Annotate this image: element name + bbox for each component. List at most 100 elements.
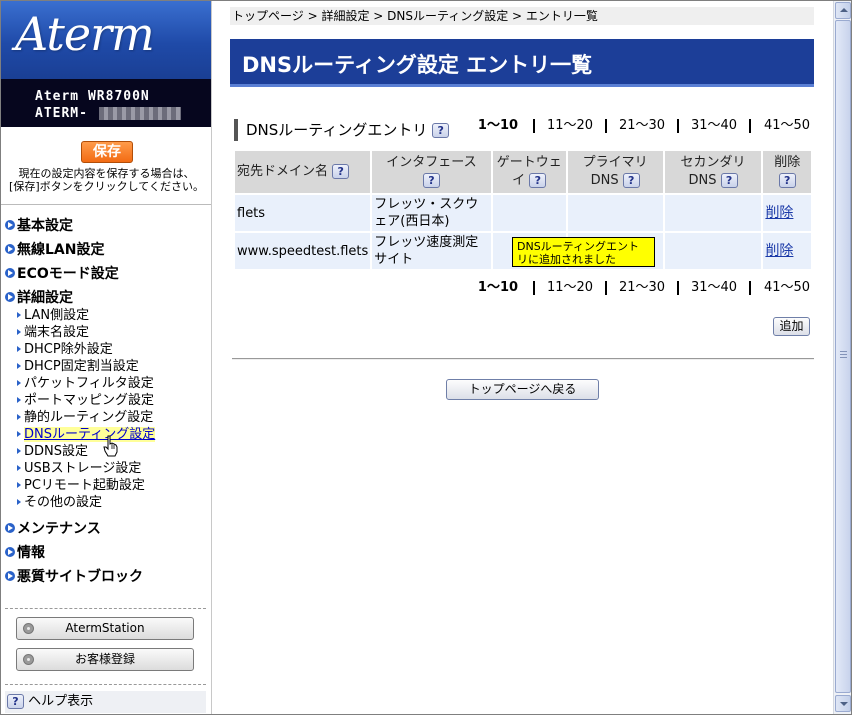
help-icon[interactable]: ? [422, 173, 440, 188]
header-delete: 削除? [763, 151, 811, 193]
main-content: トップページ > 詳細設定 > DNSルーティング設定 > エントリ一覧 DNS… [213, 1, 833, 714]
pager-link-11-20[interactable]: 11〜20 [535, 119, 607, 133]
customer-registration-button[interactable]: お客様登録 [16, 648, 194, 671]
help-display-link[interactable]: ? ヘルプ表示 [5, 691, 206, 713]
bullet-arrow-icon [17, 482, 21, 488]
model-id-mask [99, 107, 181, 120]
cell-interface: フレッツ・スクウェア(西日本) [372, 195, 491, 231]
vertical-scrollbar[interactable] [833, 1, 851, 714]
header-gateway: ゲートウェイ ? [492, 151, 566, 193]
menu-advanced-settings[interactable]: 詳細設定 [5, 287, 73, 307]
menu-item-dhcp-fixed[interactable]: DHCP固定割当設定 [17, 359, 139, 374]
save-button[interactable]: 保存 [81, 141, 133, 163]
pager-link-11-20[interactable]: 11〜20 [535, 281, 607, 295]
pager-link-31-40[interactable]: 31〜40 [679, 281, 751, 295]
menu-item-label: DHCP除外設定 [24, 342, 113, 357]
bullet-arrow-icon [5, 244, 15, 254]
cell-secondary-dns [664, 195, 762, 231]
title-bar: DNSルーティング設定 エントリ一覧 [230, 39, 814, 87]
cell-interface: フレッツ速度測定サイト [372, 233, 491, 269]
help-icon[interactable]: ? [529, 173, 547, 188]
menu-item-lan-side[interactable]: LAN側設定 [17, 308, 89, 323]
header-label: インタフェース [386, 155, 477, 170]
add-button[interactable]: 追加 [773, 317, 810, 336]
aterm-station-label: AtermStation [65, 621, 145, 635]
grip-icon [840, 351, 847, 358]
menu-item-label: USBストレージ設定 [24, 461, 142, 476]
menu-item-dns-routing[interactable]: DNSルーティング設定 [17, 427, 156, 442]
bullet-arrow-icon [17, 346, 21, 352]
menu-item-ddns[interactable]: DDNS設定 [17, 444, 88, 459]
help-icon[interactable]: ? [332, 164, 350, 179]
pager-link-21-30[interactable]: 21〜30 [607, 281, 679, 295]
help-display-label: ヘルプ表示 [28, 694, 94, 709]
header-secondary-dns: セカンダリDNS ? [664, 151, 762, 193]
save-note: 現在の設定内容を保存する場合は、 [保存]ボタンをクリックしてください。 [5, 167, 208, 193]
pager-link-1-10[interactable]: 1〜10 [463, 281, 535, 295]
bullet-arrow-icon [17, 312, 21, 318]
menu-label: メンテナンス [17, 521, 101, 537]
cell-domain: www.speedtest.flets [235, 233, 371, 269]
bullet-arrow-icon [17, 499, 21, 505]
logo-area: Aterm [1, 1, 211, 79]
menu-item-usb-storage[interactable]: USBストレージ設定 [17, 461, 141, 476]
menu-label: 情報 [17, 545, 45, 561]
help-icon[interactable]: ? [778, 173, 796, 188]
bullet-arrow-icon [5, 571, 15, 581]
header-primary-dns: プライマリDNS ? [567, 151, 663, 193]
table-row: flets フレッツ・スクウェア(西日本) 削除 [235, 195, 811, 231]
delete-link[interactable]: 削除 [765, 243, 793, 259]
pager-bottom: 1〜10 11〜20 21〜30 31〜40 41〜50 [463, 280, 823, 295]
section-heading: DNSルーティングエントリ ? [234, 119, 450, 141]
menu-item-label: LAN側設定 [24, 308, 90, 323]
help-icon[interactable]: ? [432, 123, 450, 138]
back-to-top-button[interactable]: トップページへ戻る [446, 379, 599, 400]
bullet-arrow-icon [5, 220, 15, 230]
menu-eco-settings[interactable]: ECOモード設定 [5, 263, 119, 283]
scroll-up-arrow-icon[interactable] [835, 2, 851, 19]
menu-item-device-name[interactable]: 端末名設定 [17, 325, 89, 340]
menu-basic-settings[interactable]: 基本設定 [5, 215, 73, 235]
menu-label: 悪質サイトブロック [17, 569, 143, 585]
menu-item-label: DHCP固定割当設定 [24, 359, 139, 374]
cell-secondary-dns [664, 233, 762, 269]
pager-link-41-50[interactable]: 41〜50 [751, 281, 823, 295]
menu-item-label: ポートマッピング設定 [24, 393, 155, 408]
menu-item-static-routing[interactable]: 静的ルーティング設定 [17, 410, 153, 425]
save-area: 保存 現在の設定内容を保存する場合は、 [保存]ボタンをクリックしてください。 [1, 127, 211, 205]
menu-item-dhcp-exclude[interactable]: DHCP除外設定 [17, 342, 113, 357]
menu-label: 基本設定 [17, 218, 73, 234]
aterm-logo: Aterm [15, 7, 155, 61]
menu-item-port-mapping[interactable]: ポートマッピング設定 [17, 393, 154, 408]
menu-wireless-settings[interactable]: 無線LAN設定 [5, 239, 104, 259]
radio-circle-icon [23, 654, 34, 665]
menu-item-pc-remote-boot[interactable]: PCリモート起動設定 [17, 478, 145, 493]
menu-label: ECOモード設定 [17, 266, 119, 282]
pager-link-21-30[interactable]: 21〜30 [607, 119, 679, 133]
bullet-arrow-icon [17, 448, 21, 454]
cell-delete: 削除 [763, 195, 811, 231]
scroll-thumb[interactable] [835, 20, 851, 693]
pager-link-1-10[interactable]: 1〜10 [463, 119, 535, 133]
menu-malicious-site-block[interactable]: 悪質サイトブロック [5, 566, 143, 586]
aterm-station-button[interactable]: AtermStation [16, 617, 194, 640]
pager-link-41-50[interactable]: 41〜50 [751, 119, 823, 133]
customer-registration-label: お客様登録 [74, 652, 135, 666]
model-id: ATERM- [35, 106, 88, 121]
menu-info[interactable]: 情報 [5, 542, 45, 562]
section-title: DNSルーティングエントリ [246, 121, 428, 139]
header-label: 削除 [774, 155, 801, 170]
scroll-down-arrow-icon[interactable] [835, 695, 851, 712]
menu-item-other-settings[interactable]: その他の設定 [17, 495, 102, 510]
menu-item-packet-filter[interactable]: パケットフィルタ設定 [17, 376, 154, 391]
header-interface: インタフェース? [372, 151, 491, 193]
help-icon[interactable]: ? [720, 173, 738, 188]
menu-maintenance[interactable]: メンテナンス [5, 518, 101, 538]
pager-link-31-40[interactable]: 31〜40 [679, 119, 751, 133]
bullet-arrow-icon [17, 397, 21, 403]
pager-top: 1〜10 11〜20 21〜30 31〜40 41〜50 [463, 118, 823, 133]
delete-link[interactable]: 削除 [765, 205, 793, 221]
help-icon[interactable]: ? [622, 173, 640, 188]
bullet-arrow-icon [17, 414, 21, 420]
bullet-arrow-icon [5, 292, 15, 302]
